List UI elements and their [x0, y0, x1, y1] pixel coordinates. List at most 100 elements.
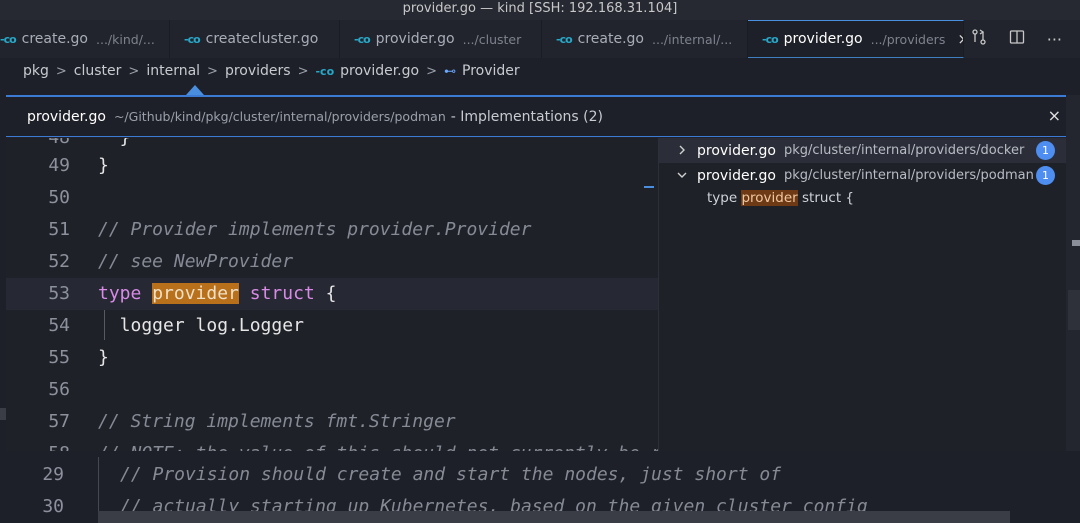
chevron-right-icon: > — [55, 63, 67, 79]
go-file-icon: -co — [556, 32, 573, 46]
preview-before: type — [707, 190, 742, 206]
git-compare-icon[interactable] — [971, 29, 987, 49]
result-file-podman[interactable]: provider.go pkg/cluster/internal/provide… — [659, 163, 1067, 188]
peek-header: provider.go ~/Github/kind/pkg/cluster/in… — [6, 97, 1066, 137]
code-comment: // see NewProvider — [98, 251, 294, 272]
line-number: 49 — [48, 155, 70, 176]
tab-label: provider.go — [375, 31, 455, 47]
main-code-editor[interactable]: 29 // Provision should create and start t… — [0, 451, 1080, 523]
code-text: } — [98, 155, 109, 176]
tab-label: create.go — [577, 31, 644, 47]
tab-provider-go-providers[interactable]: -co provider.go .../providers × — [748, 20, 964, 58]
minimap[interactable] — [1066, 95, 1080, 451]
line-number: 50 — [48, 187, 70, 208]
go-file-icon: -co — [184, 32, 201, 46]
go-file-icon: -co — [354, 32, 371, 46]
peek-file-name[interactable]: provider.go — [27, 109, 106, 125]
chevron-right-icon: > — [426, 63, 437, 79]
code-comment: // Provider implements provider.Provider — [98, 219, 532, 240]
chevron-right-icon: > — [207, 63, 218, 79]
peek-close-icon[interactable]: × — [1048, 106, 1061, 125]
code-line: 49} — [6, 150, 658, 182]
chevron-right-icon: > — [297, 63, 309, 79]
go-file-icon: -co — [315, 64, 335, 78]
tab-label: createcluster.go — [205, 31, 319, 47]
code-comment: // Provision should create and start the… — [120, 464, 782, 485]
tab-dir: .../providers — [870, 31, 946, 47]
line-number: 55 — [48, 347, 70, 368]
go-file-icon: -co — [0, 32, 17, 46]
gutter-marker — [0, 408, 6, 420]
line-number: 29 — [42, 464, 64, 485]
editor-actions: ··· — [971, 20, 1080, 58]
code-line: 56 — [6, 374, 658, 406]
tab-close-icon[interactable]: × — [957, 30, 963, 48]
code-line: 29 // Provision should create and start t… — [0, 459, 1080, 491]
line-number: 57 — [48, 411, 70, 432]
code-line: 51 // Provider implements provider.Provid… — [6, 214, 658, 246]
code-text: logger log.Logger — [98, 315, 304, 336]
code-line-current: 53 type provider struct { — [6, 278, 658, 310]
code-comment: // NOTE: the value of this should not cu… — [98, 438, 658, 451]
code-comment: // String implements fmt.Stringer — [98, 411, 456, 432]
peek-pointer — [186, 85, 204, 95]
window-title: provider.go — kind [SSH: 192.168.31.104] — [0, 0, 1080, 20]
overview-ruler-mark — [644, 186, 654, 188]
code-rest: { — [314, 283, 337, 304]
code-line: 57 // String implements fmt.Stringer — [6, 406, 658, 438]
tab-create-go-kind[interactable]: -co create.go .../kind/... — [0, 20, 170, 58]
result-file-docker[interactable]: provider.go pkg/cluster/internal/provide… — [659, 138, 1067, 163]
result-match-preview[interactable]: type provider struct { — [707, 190, 854, 206]
breadcrumb-item-symbol[interactable]: Provider — [462, 63, 520, 79]
breadcrumb: pkg > cluster > internal > providers > -… — [0, 58, 1080, 84]
code-text: } — [98, 347, 109, 368]
tab-dir: .../kind/... — [96, 31, 155, 47]
preview-after: struct { — [797, 190, 855, 206]
code-text: type provider struct { — [98, 278, 336, 310]
peek-view: provider.go ~/Github/kind/pkg/cluster/in… — [6, 95, 1067, 451]
minimap-marker — [1072, 240, 1080, 246]
breadcrumb-item-pkg[interactable]: pkg — [23, 63, 49, 79]
peek-code-editor[interactable]: 48 } 49} 50 51// Provider implements pro… — [6, 138, 658, 451]
result-file-name: provider.go — [697, 142, 776, 159]
line-number: 58 — [6, 438, 70, 451]
breadcrumb-item-cluster[interactable]: cluster — [74, 63, 122, 79]
tab-label: create.go — [21, 31, 88, 47]
chevron-right-icon[interactable] — [677, 144, 689, 158]
code-line: 52 // see NewProvider — [6, 246, 658, 278]
chevron-down-icon[interactable] — [677, 169, 689, 183]
tab-provider-go-cluster[interactable]: -co provider.go .../cluster — [340, 20, 542, 58]
breadcrumb-item-file[interactable]: provider.go — [340, 63, 419, 79]
struct-symbol-icon: ⊷ — [444, 64, 456, 78]
preview-match: provider — [741, 190, 798, 206]
split-editor-icon[interactable] — [1009, 29, 1025, 49]
tab-create-go-internal[interactable]: -co create.go .../internal/... — [542, 20, 748, 58]
keyword-struct: struct — [249, 283, 315, 304]
highlighted-symbol: provider — [152, 283, 239, 304]
line-number: 30 — [42, 496, 64, 517]
horizontal-scrollbar[interactable] — [98, 511, 1010, 523]
more-actions-icon[interactable]: ··· — [1047, 30, 1062, 49]
line-number: 54 — [48, 315, 70, 336]
breadcrumb-item-internal[interactable]: internal — [146, 63, 200, 79]
code-line: 55} — [6, 342, 658, 374]
peek-title: - Implementations (2) — [450, 108, 604, 125]
peek-results-tree: provider.go pkg/cluster/internal/provide… — [658, 138, 1067, 451]
chevron-right-icon: > — [128, 63, 140, 79]
breadcrumb-item-providers[interactable]: providers — [225, 63, 291, 79]
keyword-type: type — [98, 283, 142, 304]
editor-tab-bar: -co create.go .../kind/... -co createclu… — [0, 20, 1080, 58]
line-number: 51 — [48, 219, 70, 240]
result-count-badge: 1 — [1036, 141, 1055, 160]
minimap-slider[interactable] — [1068, 290, 1080, 330]
tab-label: provider.go — [783, 31, 863, 47]
indent-guide — [104, 310, 105, 340]
result-file-dir: pkg/cluster/internal/providers/docker — [783, 143, 1025, 158]
result-count-badge: 1 — [1036, 166, 1055, 185]
go-file-icon: -co — [762, 32, 779, 46]
line-number: 52 — [48, 251, 70, 272]
code-line: 50 — [6, 182, 658, 214]
tab-createcluster-go[interactable]: -co createcluster.go — [170, 20, 340, 58]
tab-dir: .../internal/... — [652, 31, 733, 47]
line-number: 53 — [48, 283, 70, 304]
